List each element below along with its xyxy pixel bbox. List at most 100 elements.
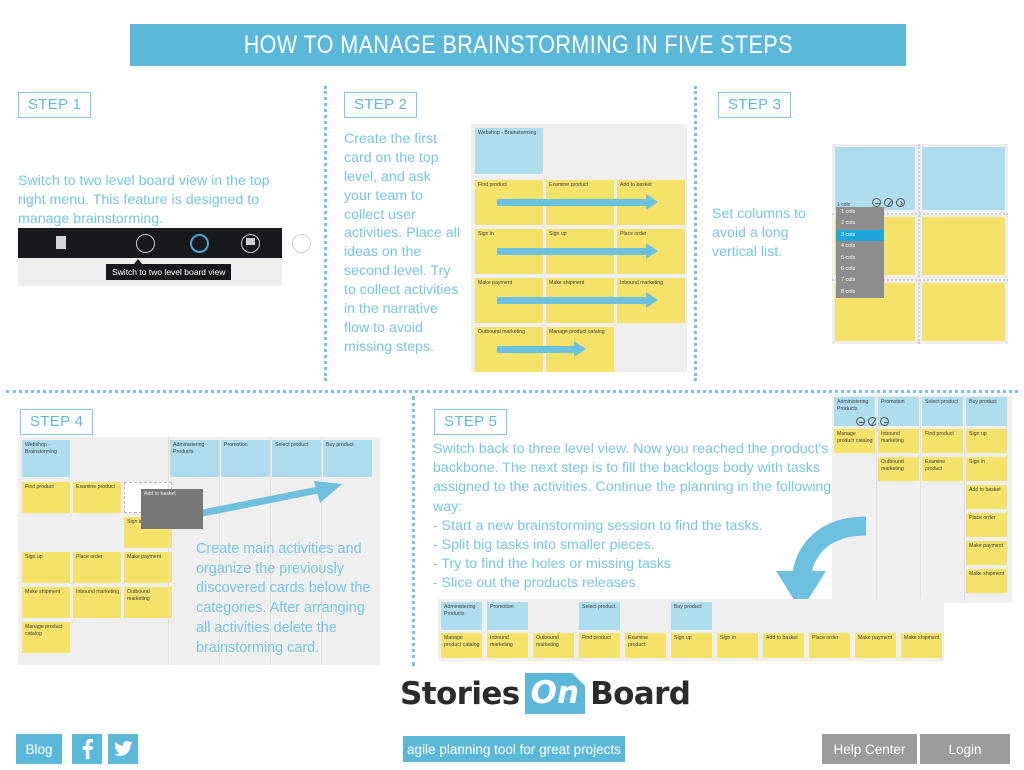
board-card[interactable]: Add to basket <box>763 633 804 658</box>
chevron-right-circle-icon[interactable] <box>880 417 889 426</box>
card-label: Manage product catalog <box>549 329 605 335</box>
card-label: Webshop - Brainstorming <box>478 130 537 136</box>
card-label: Make payment <box>478 280 513 286</box>
card-label: Sign in <box>720 635 736 641</box>
card-label: Make shipment <box>904 635 940 641</box>
board-card[interactable]: Find product <box>922 429 963 453</box>
board-card[interactable]: Sign in <box>717 633 758 658</box>
board-card[interactable]: Inbound marketing <box>878 429 919 453</box>
facebook-icon[interactable] <box>72 734 102 764</box>
board-card[interactable]: Make shipment <box>22 587 70 618</box>
column-divider <box>918 144 920 344</box>
card-label: Outbound marketing <box>127 589 150 602</box>
dragging-card[interactable]: Add to basket <box>141 489 203 529</box>
dropdown-option-selected[interactable]: 3 cols <box>836 229 884 242</box>
card-label: Inbound marketing <box>881 431 904 444</box>
card-label: Place order <box>620 231 647 237</box>
slash-circle-icon[interactable] <box>884 198 893 207</box>
board-card-brainstorming[interactable]: Webshop - Brainstorming <box>22 440 70 477</box>
board-card[interactable]: Make payment <box>966 541 1007 565</box>
board-card[interactable]: Find product <box>22 482 70 513</box>
category-card[interactable]: Promotion <box>487 602 528 630</box>
twitter-icon[interactable] <box>108 734 138 764</box>
category-card[interactable]: Promotion <box>221 440 270 477</box>
step-3-badge: STEP 3 <box>718 92 792 118</box>
board-card[interactable]: Find product <box>579 633 620 658</box>
board-card[interactable]: Sign up <box>22 552 70 583</box>
step-1-screenshot: Switch to two level board view <box>18 228 311 286</box>
columns-dropdown[interactable]: 1 cols 2 cols 3 cols 4 cols 5 cols 6 col… <box>836 207 884 299</box>
minus-circle-icon[interactable] <box>872 198 881 207</box>
board-card[interactable]: Outbound marketing <box>533 633 574 658</box>
card-label: Sign in <box>969 459 985 465</box>
login-button[interactable]: Login <box>920 734 1010 764</box>
board-card[interactable]: Place order <box>809 633 850 658</box>
board-card[interactable]: Sign up <box>966 429 1007 453</box>
board-card[interactable]: Manage product catalog <box>441 633 482 658</box>
card-label: Find product <box>582 635 611 641</box>
card-label: Outbound marketing <box>881 459 904 472</box>
board-card[interactable]: Outbound marketing <box>878 457 919 481</box>
card-label: Select product <box>275 442 309 448</box>
board-card[interactable]: Examine product <box>625 633 666 658</box>
board-card[interactable]: Make payment <box>124 552 172 583</box>
board-card[interactable]: Add to basket <box>966 485 1007 509</box>
board-card-brainstorming[interactable]: Webshop - Brainstorming <box>475 128 543 174</box>
board-card[interactable]: Sign up <box>671 633 712 658</box>
card-label: Buy product <box>969 399 997 405</box>
logo-badge-on: On <box>524 673 586 714</box>
flag-icon <box>56 236 66 249</box>
help-center-button[interactable]: Help Center <box>822 734 917 764</box>
board-card[interactable]: Examine product <box>922 457 963 481</box>
board-card[interactable]: Make shipment <box>966 569 1007 593</box>
board-card[interactable]: Sign in <box>966 457 1007 481</box>
dropdown-option[interactable]: 2 cols <box>836 218 884 229</box>
category-card[interactable]: Administering Products <box>170 440 219 477</box>
card-label: Inbound marketing <box>620 280 663 286</box>
category-card[interactable]: Select product <box>272 440 321 477</box>
board-card[interactable] <box>922 147 1005 210</box>
board-card[interactable]: Outbound marketing <box>124 587 172 618</box>
board-card[interactable]: Inbound marketing <box>73 587 121 618</box>
step-1-text: Switch to two level board view in the to… <box>18 173 270 227</box>
card-label: Administering Products <box>444 604 476 617</box>
tagline-text: agile planning tool for great projects <box>407 741 621 757</box>
step-1-badge: STEP 1 <box>18 92 92 118</box>
board-card[interactable]: Make payment <box>855 633 896 658</box>
category-card[interactable]: Administering Products <box>441 602 482 630</box>
minus-circle-icon[interactable] <box>856 417 865 426</box>
card-label: Select product <box>582 604 616 610</box>
board-card[interactable]: Place order <box>966 513 1007 537</box>
category-card[interactable]: Buy product <box>966 397 1007 426</box>
dropdown-option[interactable]: 5 cols <box>836 253 884 264</box>
board-card[interactable] <box>922 217 1005 275</box>
step-5-badge: STEP 5 <box>434 409 508 435</box>
dropdown-option[interactable]: 4 cols <box>836 241 884 252</box>
category-card[interactable]: Buy product <box>323 440 372 477</box>
tooltip: Switch to two level board view <box>106 264 232 280</box>
card-label: Add to basket <box>969 487 1001 493</box>
dropdown-option[interactable]: 7 cols <box>836 275 884 286</box>
board-card[interactable]: Place order <box>73 552 121 583</box>
board-card[interactable] <box>922 283 1005 341</box>
board-card[interactable]: Manage product catalog <box>834 429 875 453</box>
card-label: Inbound marketing <box>490 635 513 648</box>
board-card[interactable]: Manage product catalog <box>22 622 70 653</box>
dropdown-option[interactable]: 1 cols <box>836 207 884 218</box>
dropdown-option[interactable]: 8 cols <box>836 287 884 298</box>
category-card[interactable]: Buy product <box>671 602 712 630</box>
board-card[interactable]: Examine product <box>73 482 121 513</box>
card-label: Buy product <box>326 442 354 448</box>
category-card[interactable]: Select product <box>922 397 963 426</box>
board-card[interactable]: Make shipment <box>901 633 942 658</box>
chevron-right-circle-icon[interactable] <box>896 198 905 207</box>
blog-button[interactable]: Blog <box>16 734 62 764</box>
board-card[interactable]: Inbound marketing <box>487 633 528 658</box>
card-label: Inbound marketing <box>76 589 119 595</box>
dropdown-option[interactable]: 6 cols <box>836 264 884 275</box>
step-5-curved-arrow <box>776 516 867 611</box>
card-label: Add to basket <box>766 635 798 641</box>
card-label: Add to basket <box>144 491 176 497</box>
two-level-board-view-icon[interactable] <box>190 234 209 253</box>
category-card[interactable]: Select product <box>579 602 620 630</box>
